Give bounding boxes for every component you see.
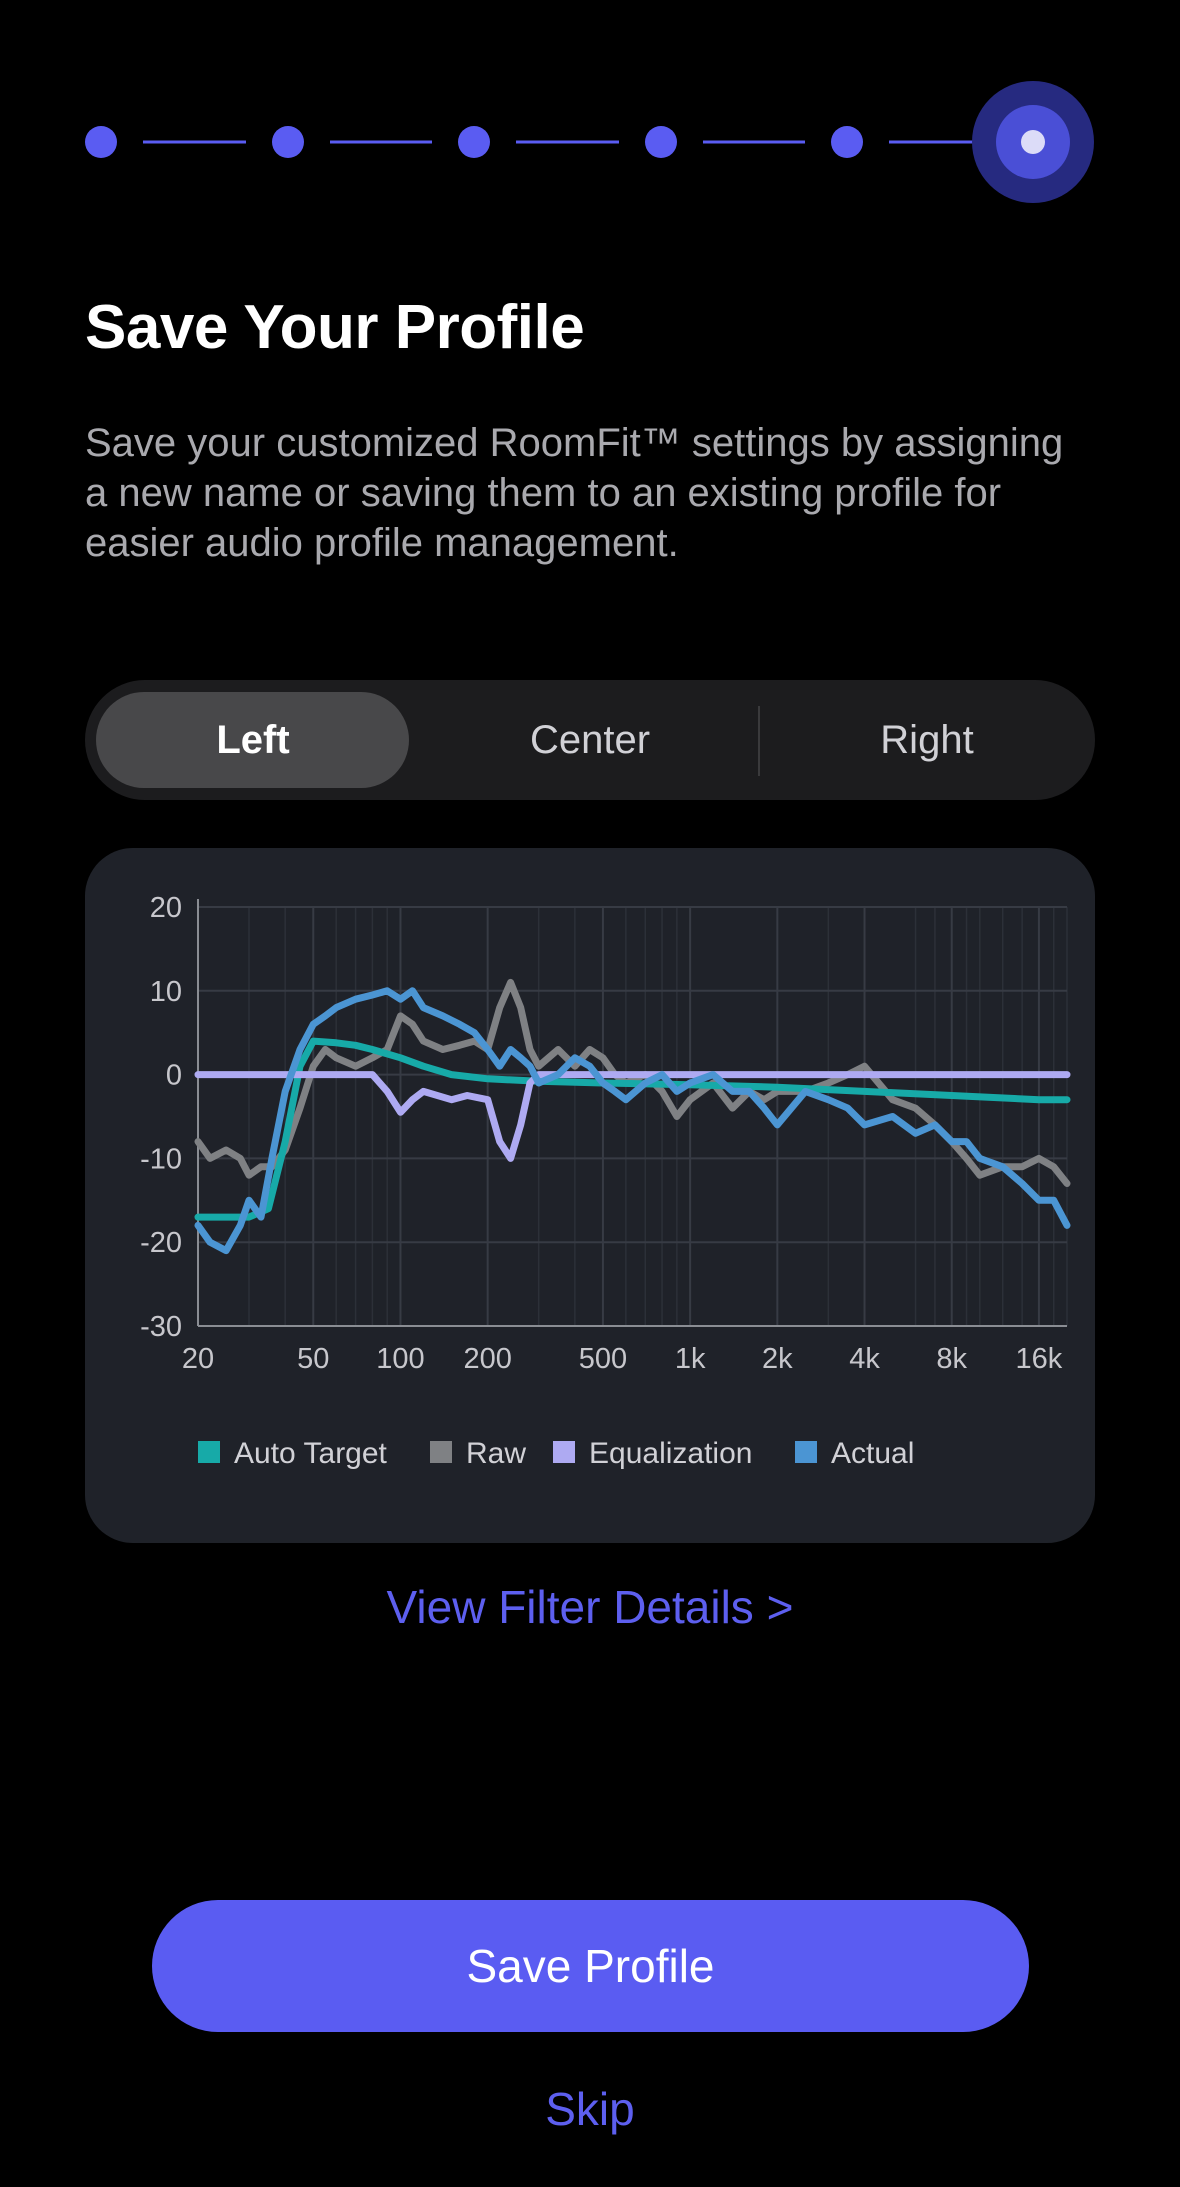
segment-center[interactable]: Center bbox=[422, 680, 758, 800]
segment-right[interactable]: Right bbox=[759, 680, 1095, 800]
legend-swatch bbox=[795, 1441, 817, 1463]
page-title: Save Your Profile bbox=[85, 293, 585, 362]
frequency-response-chart: 20100-10-20-3020 50 100 200 500 1k 2k 4k 8k 16kAu… bbox=[140, 892, 1071, 1470]
legend-label: Equalization bbox=[589, 1437, 752, 1470]
save-profile-button[interactable]: Save Profile bbox=[152, 1900, 1029, 2032]
x-tick-label: 50 bbox=[297, 1343, 329, 1375]
skip-link[interactable]: Skip bbox=[0, 2082, 1180, 2136]
legend-swatch bbox=[430, 1441, 452, 1463]
page-description: Save your customized RoomFit™ settings b… bbox=[85, 421, 1064, 565]
x-tick-label: 8k bbox=[936, 1343, 967, 1375]
x-tick-label: 2k bbox=[762, 1343, 793, 1375]
stepper-dot bbox=[458, 126, 490, 158]
x-tick-label: 20 bbox=[182, 1343, 214, 1375]
series-line-actual bbox=[194, 987, 1071, 1255]
view-filter-details-link[interactable]: View Filter Details > bbox=[0, 1580, 1180, 1634]
legend-label: Auto Target bbox=[234, 1437, 388, 1470]
y-tick-label: 10 bbox=[150, 976, 182, 1008]
x-tick-label: 100 bbox=[376, 1343, 424, 1375]
stepper-dot bbox=[85, 126, 117, 158]
x-tick-label: 1k bbox=[675, 1343, 706, 1375]
legend-label: Raw bbox=[466, 1437, 526, 1470]
series-line-equalization bbox=[194, 1071, 1071, 1162]
x-tick-label: 4k bbox=[849, 1343, 880, 1375]
legend-label: Actual bbox=[831, 1437, 914, 1470]
channel-segmented-control: Left Center Right bbox=[85, 680, 1095, 800]
y-tick-label: 20 bbox=[150, 892, 182, 924]
y-tick-label: 0 bbox=[166, 1060, 182, 1092]
frequency-response-chart-card: 20 10 0 -10 -20 -30 20 50 100 200 500 1k 2k 4k 8k 16k Au… bbox=[85, 848, 1095, 1543]
stepper-dot bbox=[831, 126, 863, 158]
segment-left[interactable]: Left bbox=[85, 680, 421, 800]
y-tick-label: -20 bbox=[140, 1227, 182, 1259]
legend-swatch bbox=[198, 1441, 220, 1463]
legend-swatch bbox=[553, 1441, 575, 1463]
stepper-graphic bbox=[85, 81, 1094, 203]
y-tick-label: -10 bbox=[140, 1143, 182, 1175]
stepper-dot bbox=[645, 126, 677, 158]
stepper-dot bbox=[272, 126, 304, 158]
x-tick-label: 16k bbox=[1016, 1343, 1063, 1375]
stepper-current-dot bbox=[1021, 130, 1045, 154]
x-tick-label: 200 bbox=[463, 1343, 511, 1375]
progress-stepper bbox=[0, 0, 1180, 290]
x-tick-label: 500 bbox=[579, 1343, 627, 1375]
y-tick-label: -30 bbox=[140, 1311, 182, 1343]
